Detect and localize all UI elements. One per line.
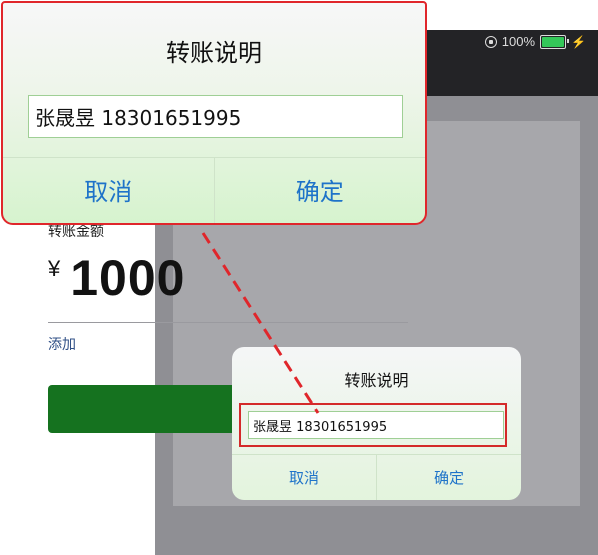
add-note-link[interactable]: 添加 (48, 334, 76, 354)
dialog-actions: 取消 确定 (232, 454, 521, 500)
zoomed-dialog-actions: 取消 确定 (3, 157, 426, 223)
transfer-note-input[interactable] (248, 411, 504, 439)
currency-symbol: ¥ (48, 256, 61, 281)
battery-icon (540, 34, 570, 49)
status-indicators: 100% ⚡ (484, 34, 586, 49)
amount-display: ¥ 1000 (48, 250, 185, 306)
battery-percentage: 100% (501, 34, 536, 49)
charging-icon: ⚡ (571, 34, 586, 49)
zoomed-dialog-title: 转账说明 (166, 39, 262, 67)
confirm-button[interactable]: 确定 (376, 455, 521, 500)
screen-rotation-lock-icon (484, 35, 497, 48)
zoomed-note-input[interactable] (28, 95, 403, 138)
divider (48, 322, 408, 323)
dialog-title: 转账说明 (344, 371, 409, 390)
zoomed-confirm-button[interactable]: 确定 (213, 158, 426, 223)
amount-value: 1000 (70, 250, 186, 306)
zoomed-cancel-button[interactable]: 取消 (3, 158, 214, 223)
cancel-button[interactable]: 取消 (232, 455, 376, 500)
zoomed-dialog-callout: 转账说明 取消 确定 (1, 1, 427, 225)
transfer-note-dialog: 转账说明 取消 确定 (232, 347, 521, 500)
